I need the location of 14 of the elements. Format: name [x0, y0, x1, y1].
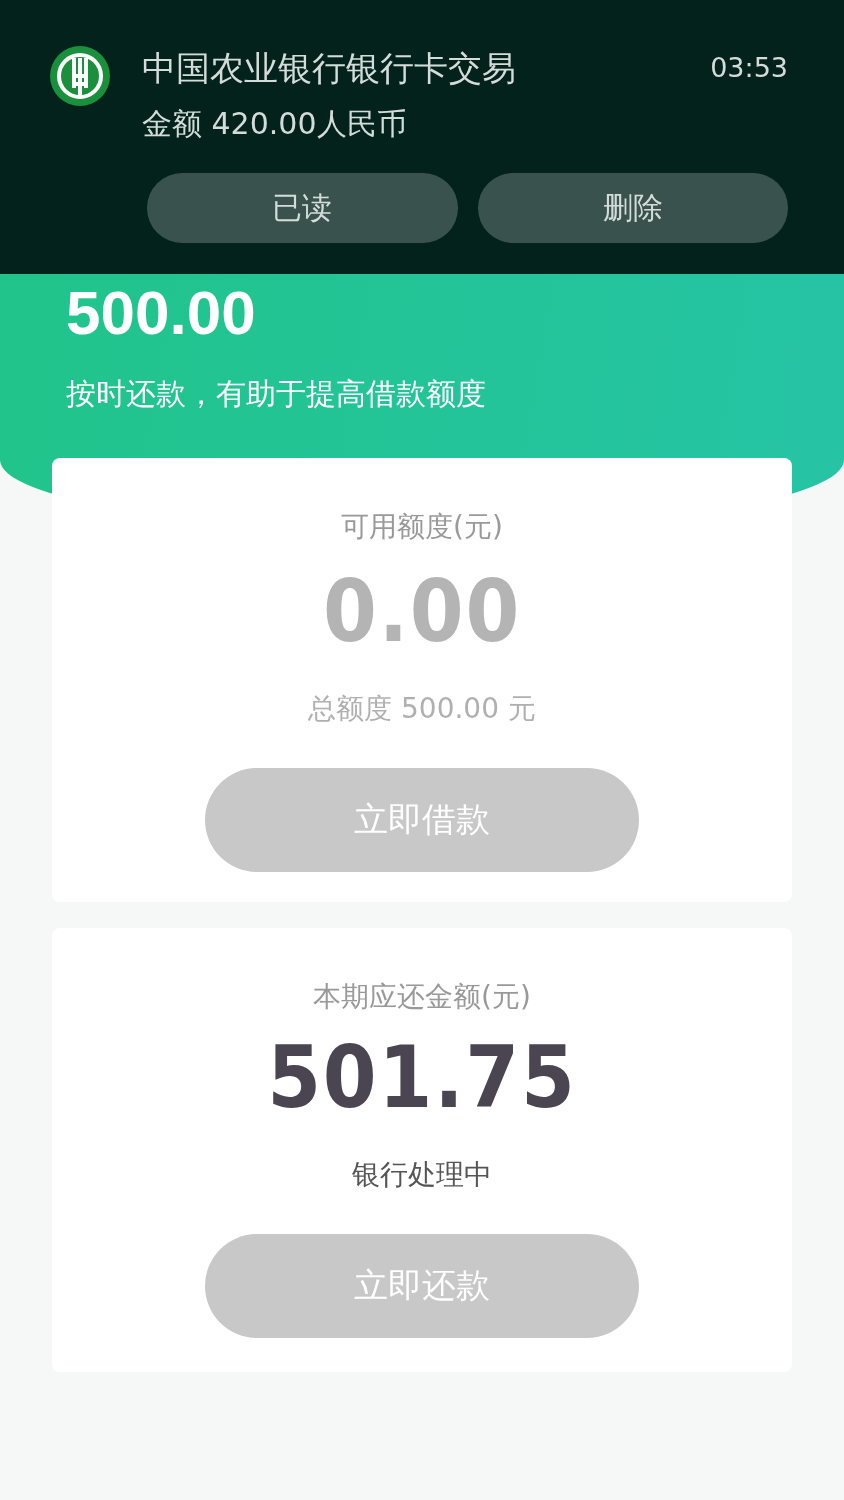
notification-time: 03:53 — [710, 51, 788, 85]
credit-tip: 按时还款，有助于提高借款额度 — [66, 375, 487, 413]
amount-value: 501.75 — [267, 1034, 577, 1120]
credit-amount: 500.00 — [66, 282, 257, 344]
notification-body: 金额 420.00人民币 — [142, 105, 408, 143]
amount-value: 0.00 — [322, 568, 522, 654]
amount-label: 可用额度(元) — [341, 509, 503, 545]
notification-action-button[interactable]: 已读 — [147, 173, 458, 243]
notification-action-button[interactable]: 删除 — [477, 173, 788, 243]
amount-note: 总额度 500.00 元 — [308, 691, 536, 727]
notification-title: 中国农业银行银行卡交易 — [142, 47, 517, 90]
amount-note: 银行处理中 — [352, 1157, 492, 1193]
amount-label: 本期应还金额(元) — [313, 979, 531, 1015]
bank-logo-icon — [50, 46, 110, 106]
